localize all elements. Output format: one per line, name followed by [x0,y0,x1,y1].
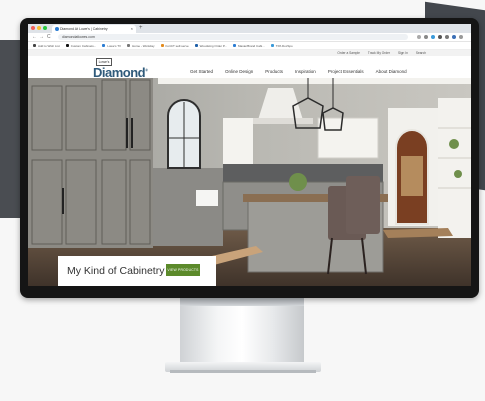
sign-in-link[interactable]: Sign In [398,51,408,55]
tab-title: Diamond At Lowe's | Cabinetry [60,27,108,31]
close-window-dot[interactable] [31,26,35,30]
bookmark-item[interactable]: MasterBrand Cabi... [233,44,265,48]
extension-icon[interactable] [445,35,449,39]
nav-inspiration[interactable]: Inspiration [295,69,316,74]
main-navigation: Get Started Online Design Products Inspi… [190,69,407,74]
browser-tab[interactable]: Diamond At Lowe's | Cabinetry × [52,25,136,33]
back-arrow-icon[interactable]: ← [32,33,37,41]
monitor-stand-base-edge [170,370,316,373]
nav-project-essentials[interactable]: Project Essentials [328,69,364,74]
hero-card: My Kind of Cabinetry VIEW PRODUCTS [58,256,216,286]
extension-icons [417,35,463,39]
monitor-stand-neck [180,298,304,364]
hero-kitchen-image: My Kind of Cabinetry VIEW PRODUCTS [28,78,471,286]
track-order-link[interactable]: Track My Order [368,51,390,55]
extension-icon[interactable] [424,35,428,39]
bookmarks-bar: Add to Wish List Custom Cabinets... Lowe… [28,42,471,50]
hero-title: My Kind of Cabinetry [67,265,165,277]
order-sample-link[interactable]: Order a Sample [337,51,360,55]
reload-icon[interactable]: C [47,33,51,41]
bookmark-item[interactable]: Lowe's TV [102,44,121,48]
forward-arrow-icon[interactable]: → [39,33,44,41]
nav-products[interactable]: Products [265,69,283,74]
extension-icon[interactable] [431,35,435,39]
minimize-window-dot[interactable] [37,26,41,30]
kitchen-illustration [28,78,471,286]
bookmark-item[interactable]: FortCT self-serve [160,44,189,48]
view-products-button[interactable]: VIEW PRODUCTS [166,264,200,276]
browser-tab-strip: Diamond At Lowe's | Cabinetry × + [28,24,471,33]
monitor-bezel: Diamond At Lowe's | Cabinetry × + ← → C … [20,18,479,298]
profile-avatar-icon[interactable] [452,35,456,39]
bookmark-item[interactable]: Home - Workday [127,44,155,48]
bookmark-item[interactable]: Custom Cabinets... [65,44,96,48]
monitor-screen: Diamond At Lowe's | Cabinetry × + ← → C … [28,24,471,286]
bookmark-item[interactable]: Add to Wish List [33,44,60,48]
nav-get-started[interactable]: Get Started [190,69,213,74]
nav-about-diamond[interactable]: About Diamond [376,69,407,74]
extension-icon[interactable] [438,35,442,39]
nav-online-design[interactable]: Online Design [225,69,253,74]
search-link[interactable]: Search [416,51,426,55]
site-header: Lowe's Diamond® Get Started Online Desig… [28,56,471,80]
bookmark-item[interactable]: TPA DocSpo [270,44,293,48]
site-favicon-icon [55,27,59,31]
monitor-stand-shadow [180,298,304,306]
maximize-window-dot[interactable] [43,26,47,30]
star-icon[interactable] [417,35,421,39]
bookmark-item[interactable]: Woodwing Order P... [194,44,227,48]
tab-close-icon[interactable]: × [131,25,133,33]
new-tab-button[interactable]: + [139,24,143,33]
url-input[interactable]: diamondatlowes.com [58,34,408,40]
menu-dots-icon[interactable] [459,35,463,39]
browser-address-bar: ← → C diamondatlowes.com [28,33,471,42]
